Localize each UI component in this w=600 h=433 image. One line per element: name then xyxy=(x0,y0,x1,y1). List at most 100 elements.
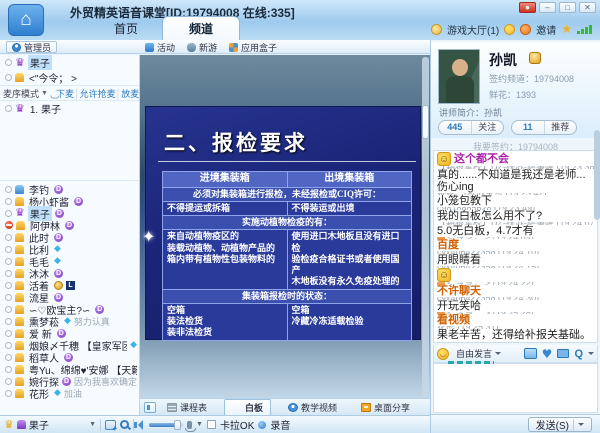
mic-action-1[interactable]: 允许抢麦 xyxy=(80,89,116,99)
speaker-icon[interactable] xyxy=(138,420,143,430)
microphone-icon[interactable] xyxy=(187,421,192,429)
karaoke-checkbox[interactable] xyxy=(207,420,216,429)
close-button[interactable]: ✕ xyxy=(579,2,596,13)
invite-label[interactable]: 邀请 xyxy=(536,22,556,37)
emoticon-icon[interactable] xyxy=(437,348,449,360)
member-icon xyxy=(15,233,24,242)
voice-indicator-icon xyxy=(5,74,12,81)
mic-action-2[interactable]: 放麦 xyxy=(121,89,139,99)
vip-d-badge: D xyxy=(74,197,83,206)
zoom-icon[interactable] xyxy=(120,420,129,429)
purple-member-icon xyxy=(17,420,26,429)
member-icon xyxy=(16,221,25,230)
list-item[interactable]: 活着L xyxy=(0,279,139,291)
member-list: 李钓D杨小虾酱D♛果子D阿伊林D此时D比利◆毛毛◆沐沐D活着L流星D∽♡欧宝主?… xyxy=(0,180,139,415)
gold-crown-icon: ♛ xyxy=(4,420,14,430)
game-hall-label[interactable]: 游戏大厅(1) xyxy=(447,22,499,37)
admin-button[interactable]: 管理员 xyxy=(6,41,57,53)
list-item[interactable]: 熏梦菘◆努力认真 xyxy=(0,315,139,327)
member-icon xyxy=(15,73,24,82)
vip-d-badge: D xyxy=(57,329,66,338)
send-button[interactable]: 发送(S) xyxy=(528,417,592,432)
voice-indicator-icon xyxy=(5,282,12,289)
voice-indicator-icon xyxy=(5,378,12,385)
screenshot-icon[interactable] xyxy=(105,420,116,430)
qq-share-icon[interactable]: Q xyxy=(574,348,583,360)
tab-home[interactable]: 首页 xyxy=(90,18,162,40)
tab-video[interactable]: 教学视频 xyxy=(281,399,344,416)
list-item[interactable]: ♛果子D xyxy=(0,207,139,219)
home-icon[interactable]: ⌂ xyxy=(8,4,44,36)
share-caret-icon[interactable] xyxy=(588,352,594,358)
chat-message-body: 5.0无白板，4.7才有 xyxy=(437,225,594,237)
chat-input[interactable] xyxy=(433,363,598,413)
chat-message-area[interactable]: ☺这个都不会【霜狼军校】DZ-扶苏-萨筝隆 (19:23:38)真的......… xyxy=(433,150,598,343)
activity-button[interactable]: 活动 xyxy=(145,41,175,54)
voice-indicator-icon xyxy=(5,258,12,265)
gift-icon[interactable] xyxy=(520,24,531,35)
mic-caret-icon[interactable]: ▼ xyxy=(196,421,203,428)
tab-desktop[interactable]: 桌面分享 xyxy=(354,399,417,416)
list-item[interactable]: 比利◆ xyxy=(0,243,139,255)
identity-caret-icon[interactable]: ▼ xyxy=(89,421,96,428)
slide: ✦ 二、报检要求 进境集装箱出境集装箱必须对集装箱进行报检，未经报检或CIQ许可… xyxy=(146,107,420,339)
list-item[interactable]: 烟娘〆千穗 【皇家军团】◆ xyxy=(0,339,139,351)
karaoke-label: 卡拉OK xyxy=(220,417,254,432)
slide-table-row: 不得提运或拆箱不得装运或出境 xyxy=(163,201,412,215)
schedule-icon xyxy=(167,403,177,412)
mail-icon[interactable] xyxy=(557,349,569,358)
collapse-list-icon[interactable] xyxy=(144,402,156,413)
minimize-button[interactable]: – xyxy=(539,2,556,13)
heart-icon[interactable]: ♥ xyxy=(542,347,553,361)
new-game-button[interactable]: 新游 xyxy=(187,41,217,54)
favorite-star-icon[interactable]: ★ xyxy=(561,24,572,35)
voice-indicator-icon xyxy=(5,342,12,349)
exit-channel-button[interactable]: ● xyxy=(519,2,536,13)
desktop-icon xyxy=(361,403,371,412)
game-hall-icon[interactable] xyxy=(431,24,442,35)
member-name: 花形 xyxy=(27,386,51,401)
list-item[interactable]: 阿伊林D xyxy=(0,219,139,231)
my-identity[interactable]: ♛ 果子 ▼ xyxy=(4,417,96,432)
list-item[interactable]: 毛毛◆ xyxy=(0,255,139,267)
maximize-button[interactable]: □ xyxy=(559,2,576,13)
voice-indicator-icon xyxy=(5,246,12,253)
list-item[interactable]: 婉行探索D因为我喜欢确定无后悔 xyxy=(0,375,139,387)
member-icon xyxy=(15,377,24,386)
list-item[interactable]: 杨小虾酱D xyxy=(0,195,139,207)
admin-label: 管理员 xyxy=(24,41,51,54)
video-icon[interactable] xyxy=(524,348,537,359)
mic-mode-label[interactable]: 麦序模式 xyxy=(3,87,39,100)
list-item[interactable]: ∽♡欧宝主?∽D xyxy=(0,303,139,315)
tab-channel[interactable]: 频道 xyxy=(162,16,240,40)
chat-scrollbar[interactable] xyxy=(594,130,600,220)
record-icon[interactable] xyxy=(258,421,266,429)
list-item[interactable]: 粤Yu、绵绵♥'安娜 【天籁歌手】 xyxy=(0,363,139,375)
speak-mode-select[interactable]: 自由发言 xyxy=(453,346,504,361)
mic-mode-caret-icon[interactable]: ▼ xyxy=(41,90,48,97)
video-icon xyxy=(288,403,298,412)
tab-board[interactable]: 白板 xyxy=(224,399,271,416)
list-item[interactable]: ♛果子 xyxy=(0,55,139,70)
send-options-caret-icon[interactable] xyxy=(578,423,584,429)
follow-button[interactable]: 445 关注 xyxy=(438,120,504,135)
member-icon xyxy=(15,353,24,362)
list-item[interactable]: 花形◆加油 xyxy=(0,387,139,399)
recommend-button[interactable]: 11 推荐 xyxy=(511,120,577,135)
record-label[interactable]: 录音 xyxy=(270,417,290,432)
teacher-avatar[interactable] xyxy=(438,49,480,104)
list-item[interactable]: 此时D xyxy=(0,231,139,243)
emotion-icon[interactable] xyxy=(504,24,515,35)
list-item[interactable]: <"今令； > xyxy=(0,70,139,85)
left-panel: ♛果子<"今令； > 麦序模式 ▼ 下麦│允许抢麦│放麦 ♛1. 果子 李钓D杨… xyxy=(0,55,140,415)
mic-queue-item[interactable]: ♛1. 果子 xyxy=(0,101,139,116)
whiteboard-scrollbar-thumb[interactable] xyxy=(422,105,429,139)
splitter-handle[interactable] xyxy=(448,361,494,364)
voice-indicator-icon xyxy=(5,59,12,66)
vip-d-badge: D xyxy=(54,233,63,242)
app-box-button[interactable]: 应用盒子 xyxy=(229,41,277,54)
list-item[interactable]: 沐沐D xyxy=(0,267,139,279)
voice-indicator-icon xyxy=(5,105,12,112)
tab-schedule[interactable]: 课程表 xyxy=(160,399,214,416)
volume-slider[interactable] xyxy=(149,423,183,427)
